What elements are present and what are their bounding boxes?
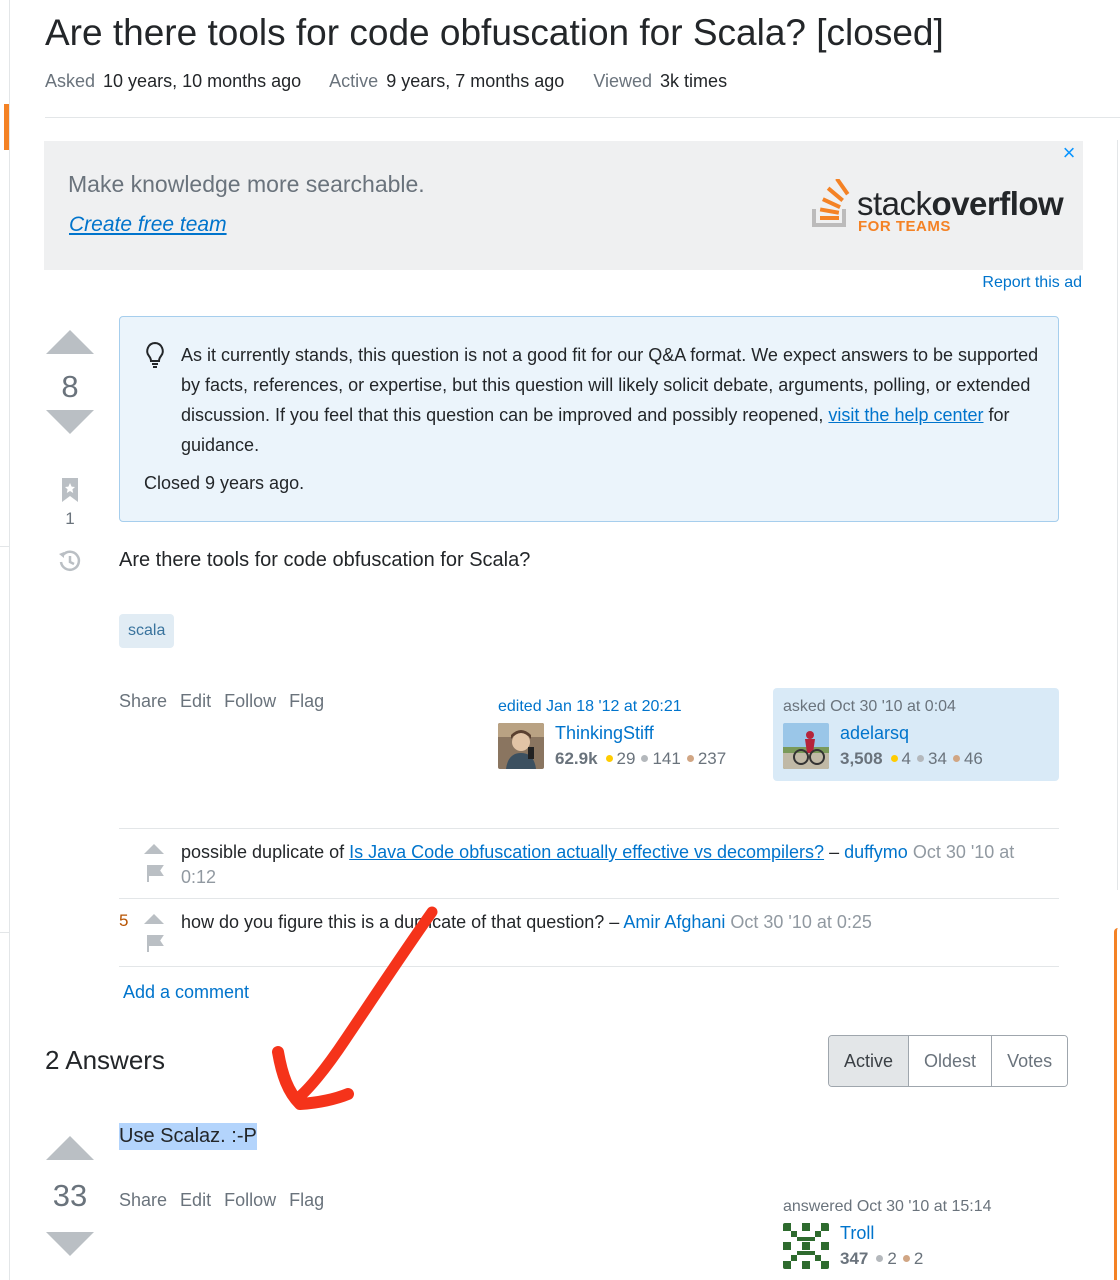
comment-date[interactable]: Oct 30 '10 at 0:25 [730, 912, 872, 932]
answer-upvote-button[interactable] [46, 1136, 94, 1160]
answered-timestamp[interactable]: answered Oct 30 '10 at 15:14 [783, 1198, 992, 1216]
right-sidebar-edge [1112, 0, 1120, 1280]
closed-date: Closed 9 years ago. [144, 473, 305, 493]
help-center-link[interactable]: visit the help center [828, 405, 983, 425]
history-icon[interactable] [57, 548, 83, 574]
sort-active-button[interactable]: Active [829, 1036, 909, 1086]
answer-score: 33 [52, 1178, 88, 1213]
sidebar-divider [0, 546, 10, 547]
closed-notice-text: As it currently stands, this question is… [181, 345, 1039, 455]
downvote-button[interactable] [46, 410, 94, 434]
lightbulb-icon [144, 341, 166, 374]
comment: possible duplicate of Is Java Code obfus… [119, 828, 1059, 898]
comment-score: 5 [119, 911, 129, 930]
answer-sort-tabs: Active Oldest Votes [828, 1035, 1069, 1087]
active-value[interactable]: 9 years, 7 months ago [386, 71, 564, 91]
editor-reputation: 62.9k 29 141 237 [555, 749, 727, 768]
answerer-card: answered Oct 30 '10 at 15:14 Troll 347 2 2 [773, 1188, 1059, 1280]
sort-oldest-button[interactable]: Oldest [908, 1036, 992, 1086]
answer-post-menu: Share Edit Follow Flag [119, 1190, 337, 1211]
question-post-menu: Share Edit Follow Flag [119, 691, 337, 712]
answer-body: Use Scalaz. :-P [119, 1123, 257, 1150]
editor-card: edited Jan 18 '12 at 20:21 ThinkingStiff… [488, 688, 758, 781]
viewed-value: 3k times [660, 71, 728, 91]
comment-flag-icon[interactable] [146, 934, 164, 952]
duplicate-question-link[interactable]: Is Java Code obfuscation actually effect… [349, 842, 824, 862]
comment-flag-icon[interactable] [146, 864, 164, 882]
stackoverflow-teams-logo: stackoverflow FOR TEAMS [811, 175, 1064, 235]
asker-name[interactable]: adelarsq [840, 723, 909, 744]
answerer-name[interactable]: Troll [840, 1223, 874, 1244]
stackoverflow-logo-icon [812, 179, 850, 227]
asker-card: asked Oct 30 '10 at 0:04 adelarsq 3,508 4… [773, 688, 1059, 781]
bookmark-icon[interactable] [60, 477, 80, 503]
viewed-label: Viewed [593, 71, 653, 91]
comment-text: possible duplicate of Is Java Code obfus… [181, 842, 1015, 887]
question-score: 8 [61, 369, 79, 404]
flag-link[interactable]: Flag [289, 1190, 324, 1210]
question-title[interactable]: Are there tools for code obfuscation for… [45, 12, 944, 54]
comment-upvote-icon[interactable] [144, 844, 164, 854]
create-free-team-link[interactable]: Create free team [69, 213, 227, 237]
logo-subtitle: FOR TEAMS [858, 218, 951, 235]
tag-scala[interactable]: scala [119, 614, 175, 648]
active-label: Active [329, 71, 379, 91]
sidebar-divider [0, 932, 10, 933]
comment: 5 how do you figure this is a duplicate … [119, 898, 1059, 966]
right-sidebar-widget-edge [1114, 928, 1120, 1280]
question-vote-cell: 8 [46, 330, 94, 434]
upvote-button[interactable] [46, 330, 94, 354]
teams-ad-banner[interactable]: Make knowledge more searchable. Create f… [44, 141, 1083, 270]
answerer-avatar[interactable] [783, 1223, 829, 1269]
left-sidebar-edge [0, 0, 10, 1280]
answers-heading: 2 Answers [45, 1045, 165, 1075]
share-link[interactable]: Share [119, 691, 167, 711]
answer-text-selected: Use Scalaz. :-P [119, 1123, 257, 1150]
comment-text: how do you figure this is a duplicate of… [181, 912, 872, 932]
answer-vote-cell: 33 [46, 1136, 94, 1256]
question-body: Are there tools for code obfuscation for… [119, 549, 531, 571]
active-nav-indicator [4, 104, 9, 150]
asked-label: Asked [45, 71, 96, 91]
asker-reputation: 3,508 4 34 46 [840, 749, 983, 768]
add-comment-link[interactable]: Add a comment [123, 982, 249, 1003]
follow-link[interactable]: Follow [224, 1190, 276, 1210]
asker-avatar[interactable] [783, 723, 829, 769]
comments-divider [119, 966, 1059, 967]
report-ad-link[interactable]: Report this ad [982, 274, 1082, 292]
editor-name[interactable]: ThinkingStiff [555, 723, 654, 744]
answer-downvote-button[interactable] [46, 1232, 94, 1256]
flag-link[interactable]: Flag [289, 691, 324, 711]
header-divider [45, 117, 1120, 118]
bookmark-count: 1 [65, 509, 75, 528]
editor-avatar[interactable] [498, 723, 544, 769]
comment-upvote-icon[interactable] [144, 914, 164, 924]
asked-timestamp: asked Oct 30 '10 at 0:04 [783, 698, 956, 715]
closed-notice: As it currently stands, this question is… [119, 316, 1059, 522]
comment-user[interactable]: Amir Afghani [623, 912, 725, 932]
ad-close-icon[interactable]: × [1059, 142, 1079, 164]
edit-link[interactable]: Edit [180, 1190, 211, 1210]
edited-timestamp[interactable]: edited Jan 18 '12 at 20:21 [498, 698, 682, 716]
asked-value: 10 years, 10 months ago [103, 71, 302, 91]
sort-votes-button[interactable]: Votes [991, 1036, 1068, 1086]
follow-link[interactable]: Follow [224, 691, 276, 711]
answerer-reputation: 347 2 2 [840, 1249, 924, 1268]
right-sidebar-border [1117, 140, 1118, 890]
edit-link[interactable]: Edit [180, 691, 211, 711]
comment-user[interactable]: duffymo [844, 842, 908, 862]
share-link[interactable]: Share [119, 1190, 167, 1210]
ad-headline: Make knowledge more searchable. [68, 171, 425, 197]
question-meta: Asked 10 years, 10 months ago Active 9 yea… [45, 71, 751, 92]
